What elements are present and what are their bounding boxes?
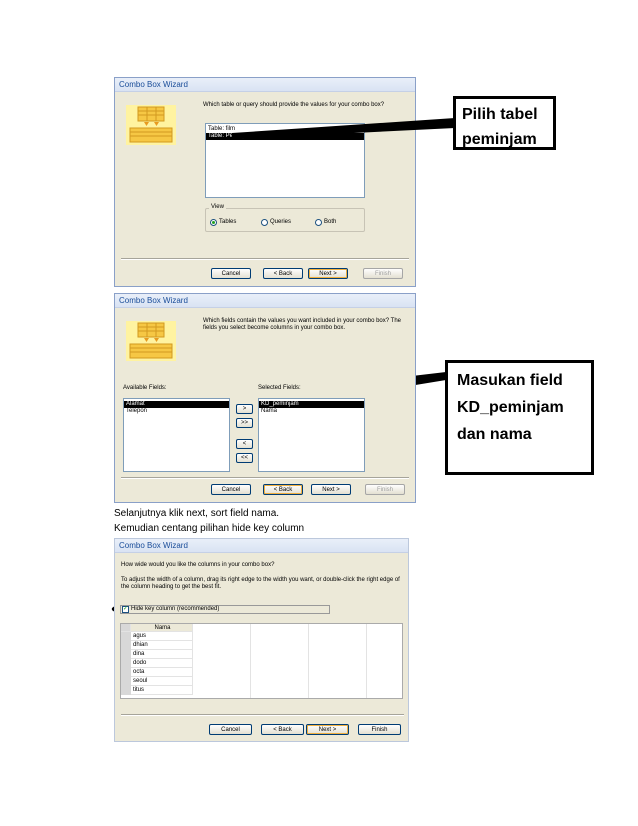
grid-empty-col	[309, 624, 367, 698]
checkbox-check-icon: ✓	[122, 606, 129, 613]
cancel-button[interactable]: Cancel	[211, 484, 251, 495]
column-width-grid[interactable]: Nama agus dhian dina dodo octa seoul tit…	[120, 623, 403, 699]
table-row: agus	[131, 632, 193, 641]
grid-corner	[121, 624, 131, 632]
finish-button[interactable]: Finish	[365, 484, 405, 495]
next-button[interactable]: Next >	[306, 724, 349, 735]
callout-masukan-field: Masukan field KD_peminjam dan nama	[445, 360, 594, 475]
next-button[interactable]: Next >	[311, 484, 351, 495]
combo-box-wizard-step2: Combo Box Wizard Which fields contain th…	[114, 293, 416, 503]
back-button[interactable]: < Back	[261, 724, 304, 735]
table-row: octa	[131, 668, 193, 677]
callout-line: dan nama	[457, 426, 532, 443]
back-button[interactable]: < Back	[263, 484, 303, 495]
callout-line: Pilih tabel	[462, 106, 538, 123]
instruction-text-2: Kemudian centang pilihan hide key column	[114, 523, 305, 534]
table-row: dina	[131, 650, 193, 659]
grid-empty-col	[251, 624, 309, 698]
callout-line: peminjam	[462, 131, 537, 148]
wizard-title: Combo Box Wizard	[115, 294, 415, 308]
move-all-left-button[interactable]: <<	[236, 453, 253, 463]
combo-box-wizard-step3: Combo Box Wizard How wide would you like…	[114, 538, 409, 742]
available-fields-listbox[interactable]: Alamat Telepon	[123, 398, 230, 472]
hide-key-column-checkbox[interactable]: ✓ Hide key column (recommended)	[120, 605, 330, 614]
instruction-text-1: Selanjutnya klik next, sort field nama.	[114, 508, 280, 519]
selected-fields-listbox[interactable]: KD_peminjam Nama	[258, 398, 365, 472]
callout-line: KD_peminjam	[457, 399, 564, 416]
move-one-right-button[interactable]: >	[236, 404, 253, 414]
wizard-instructions: To adjust the width of a column, drag it…	[121, 577, 400, 590]
callout-line: Masukan field	[457, 372, 563, 389]
column-header[interactable]: Nama	[131, 624, 193, 632]
wizard-prompt: Which fields contain the values you want…	[203, 318, 402, 331]
table-row: dhian	[131, 641, 193, 650]
callout-pilih-tabel: Pilih tabel peminjam	[453, 96, 556, 150]
available-fields-label: Available Fields:	[123, 385, 167, 391]
list-item-selected[interactable]: Alamat	[124, 401, 229, 408]
hide-key-column-label: Hide key column (recommended)	[131, 606, 220, 612]
table-row: dodo	[131, 659, 193, 668]
list-item[interactable]: Telepon	[124, 408, 229, 415]
table-row: titus	[131, 686, 193, 695]
current-row-marker	[121, 632, 131, 695]
table-row: seoul	[131, 677, 193, 686]
move-one-left-button[interactable]: <	[236, 439, 253, 449]
wizard-prompt: How wide would you like the columns in y…	[121, 562, 275, 568]
grid-empty-col	[193, 624, 251, 698]
table-illustration-icon	[126, 321, 176, 361]
selected-fields-label: Selected Fields:	[258, 385, 301, 391]
wizard-title: Combo Box Wizard	[115, 539, 408, 553]
separator	[121, 714, 404, 716]
separator	[121, 477, 409, 479]
list-item[interactable]: Nama	[259, 408, 364, 415]
move-all-right-button[interactable]: >>	[236, 418, 253, 428]
list-item-selected[interactable]: KD_peminjam	[259, 401, 364, 408]
finish-button[interactable]: Finish	[358, 724, 401, 735]
cancel-button[interactable]: Cancel	[209, 724, 252, 735]
